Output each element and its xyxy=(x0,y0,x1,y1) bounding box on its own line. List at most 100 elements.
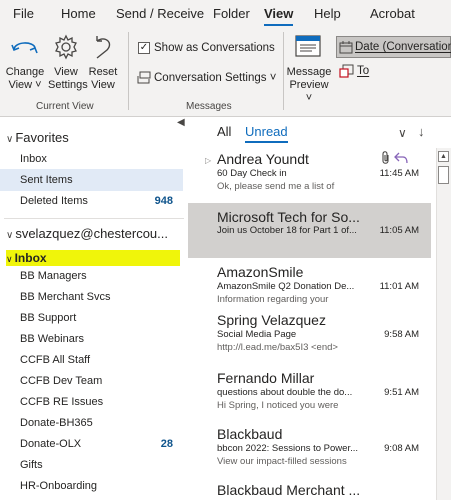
reset-view-label: Reset View xyxy=(88,66,118,91)
favorites-item-inbox[interactable]: Inbox xyxy=(0,148,183,170)
favorites-item-sent-items[interactable]: Sent Items xyxy=(0,169,183,191)
message-sender: Andrea Youndt xyxy=(217,151,309,167)
chevron-down-icon: ∨ xyxy=(6,254,13,264)
unread-count: 948 xyxy=(154,195,173,207)
folder-bb-merchant-svcs[interactable]: BB Merchant Svcs xyxy=(0,286,183,308)
message-item[interactable]: Spring Velazquez Social Media Page http:… xyxy=(188,306,431,370)
ribbon-separator xyxy=(128,32,129,110)
account-label: svelazquez@chestercou... xyxy=(15,226,168,241)
message-sender: Spring Velazquez xyxy=(217,312,326,328)
folder-bb-managers[interactable]: BB Managers xyxy=(0,265,183,287)
tab-home[interactable]: Home xyxy=(61,6,96,21)
paperclip-icon xyxy=(382,151,389,164)
chevron-down-icon: ∨ xyxy=(6,134,14,145)
view-settings-button[interactable]: View Settings xyxy=(46,66,88,92)
view-settings-label: View Settings xyxy=(48,66,88,91)
tab-acrobat[interactable]: Acrobat xyxy=(370,6,415,21)
folder-hr-onboarding[interactable]: HR-Onboarding xyxy=(0,475,183,497)
message-preview: http://l.ead.me/bax5I3 <end> xyxy=(217,342,338,353)
account-header[interactable]: ∨ svelazquez@chestercou... xyxy=(6,226,168,241)
message-preview-button[interactable]: Message Preview ˅ xyxy=(281,66,337,105)
tab-send-receive[interactable]: Send / Receive xyxy=(116,6,204,21)
folder-divider xyxy=(4,218,184,219)
folder-bb-webinars[interactable]: BB Webinars xyxy=(0,328,183,350)
chevron-down-icon: ∨ xyxy=(6,230,14,241)
message-subject: bbcon 2022: Sessions to Power... xyxy=(217,443,359,454)
filter-tab-unread[interactable]: Unread xyxy=(245,124,288,143)
current-view-group-label: Current View xyxy=(36,101,94,112)
unread-count: 28 xyxy=(160,438,173,450)
favorites-label: Favorites xyxy=(15,130,69,145)
sort-arrow-icon[interactable]: ↓ xyxy=(418,124,425,139)
message-item-selected[interactable]: Microsoft Tech for So... Join us October… xyxy=(188,203,431,258)
menu-bar: File Home Send / Receive Folder View Hel… xyxy=(0,0,451,28)
message-subject: Join us October 18 for Part 1 of... xyxy=(217,225,357,236)
message-preview-icon xyxy=(295,35,321,57)
tab-help[interactable]: Help xyxy=(314,6,341,21)
message-preview: Hi Spring, I noticed you were xyxy=(217,400,339,411)
scroll-thumb[interactable] xyxy=(438,166,449,184)
folder-ccfb-re-issues[interactable]: CCFB RE Issues xyxy=(0,391,183,413)
tab-folder[interactable]: Folder xyxy=(213,6,250,21)
collapse-pane-icon[interactable]: ◀ xyxy=(177,117,185,128)
favorites-item-deleted-items[interactable]: Deleted Items 948 xyxy=(0,190,183,212)
folder-label: Donate-BH365 xyxy=(20,417,93,429)
filter-dropdown-icon[interactable]: ∨ xyxy=(398,126,407,140)
message-subject: questions about double the do... xyxy=(217,387,353,398)
message-time: 9:58 AM xyxy=(384,329,419,340)
change-view-button[interactable]: Change View ˅ xyxy=(0,66,50,92)
expand-conversation-icon[interactable]: ▷ xyxy=(205,156,211,165)
message-subject: 60 Day Check in xyxy=(217,168,287,179)
change-view-label: Change View ˅ xyxy=(5,66,45,91)
folder-gifts[interactable]: Gifts xyxy=(0,454,183,476)
date-conversations-label: Date (Conversations) xyxy=(355,41,451,53)
show-as-conversations-checkbox[interactable]: ✓ xyxy=(138,42,150,54)
show-as-conversations-label: Show as Conversations xyxy=(154,42,275,54)
folder-label: Inbox xyxy=(20,153,47,165)
favorites-header[interactable]: ∨ Favorites xyxy=(6,130,69,145)
message-preview: Ok, please send me a list of xyxy=(217,181,335,192)
to-sort-button[interactable]: To xyxy=(357,65,369,78)
conversation-settings-button[interactable]: Conversation Settings ˅ xyxy=(154,72,276,85)
message-item[interactable]: Blackbaud Merchant ... xyxy=(188,476,431,500)
folder-donate-bh365[interactable]: Donate-BH365 xyxy=(0,412,183,434)
folder-label: BB Support xyxy=(20,312,77,324)
folder-label: Deleted Items xyxy=(20,195,88,207)
message-sender: Blackbaud xyxy=(217,426,283,442)
folder-label: BB Merchant Svcs xyxy=(20,291,111,303)
folder-label: HR-Onboarding xyxy=(20,480,98,492)
message-sender: Microsoft Tech for So... xyxy=(217,209,360,225)
messages-group-label: Messages xyxy=(186,101,232,112)
gear-icon xyxy=(55,34,77,60)
folder-label: CCFB Dev Team xyxy=(20,375,103,387)
message-list-scrollbar[interactable] xyxy=(436,148,451,500)
scroll-up-icon[interactable]: ▲ xyxy=(438,151,449,162)
message-subject: AmazonSmile Q2 Donation De... xyxy=(217,281,355,292)
message-sender: AmazonSmile xyxy=(217,264,304,280)
message-item[interactable]: Blackbaud bbcon 2022: Sessions to Power.… xyxy=(188,420,431,484)
message-preview: View our impact-filled sessions xyxy=(217,456,347,467)
message-subject: Social Media Page xyxy=(217,329,297,340)
reply-icon xyxy=(394,152,408,164)
filter-tab-all[interactable]: All xyxy=(217,124,231,139)
reset-view-button[interactable]: Reset View xyxy=(86,66,120,92)
change-view-icon xyxy=(11,42,38,54)
folder-bb-support[interactable]: BB Support xyxy=(0,307,183,329)
message-time: 9:51 AM xyxy=(384,387,419,398)
message-sender: Fernando Millar xyxy=(217,370,315,386)
message-time: 11:01 AM xyxy=(379,281,419,292)
tab-file[interactable]: File xyxy=(13,6,34,21)
folder-label: BB Webinars xyxy=(20,333,84,345)
folder-label: Sent Items xyxy=(20,174,73,186)
folder-ccfb-dev-team[interactable]: CCFB Dev Team xyxy=(0,370,183,392)
message-item[interactable]: Fernando Millar questions about double t… xyxy=(188,364,431,428)
message-item[interactable]: ▷ Andrea Youndt 60 Day Check in Ok, plea… xyxy=(188,145,431,209)
folder-label: BB Managers xyxy=(20,270,87,282)
conversation-settings-icon xyxy=(137,71,151,84)
message-sender: Blackbaud Merchant ... xyxy=(217,482,361,498)
tab-view[interactable]: View xyxy=(264,6,294,26)
folder-ccfb-all-staff[interactable]: CCFB All Staff xyxy=(0,349,183,371)
folder-donate-olx[interactable]: Donate-OLX 28 xyxy=(0,433,183,455)
date-sort-icon xyxy=(339,41,353,54)
folder-label: CCFB All Staff xyxy=(20,354,91,366)
